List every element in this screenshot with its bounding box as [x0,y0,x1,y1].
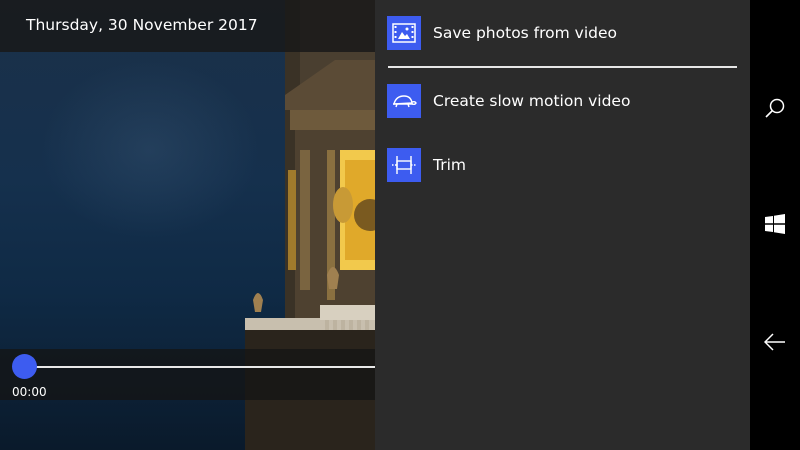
video-options-menu: Save photos from video Create slow motio… [375,0,750,450]
trim-icon [387,148,421,182]
turtle-icon [387,84,421,118]
menu-item-save-photos[interactable]: Save photos from video [387,16,617,50]
sky-glow [40,60,260,240]
film-photos-icon [387,16,421,50]
back-icon [764,333,785,351]
scrubber-track[interactable] [24,366,375,368]
menu-item-label: Create slow motion video [433,92,631,110]
video-preview[interactable]: Thursday, 30 November 2017 00:00 [0,0,375,450]
menu-separator [388,66,737,68]
scrubber-panel [0,349,375,400]
start-button[interactable] [750,204,800,244]
current-time: 00:00 [12,385,47,399]
scrubber-thumb[interactable] [12,354,37,379]
search-button[interactable] [750,88,800,128]
menu-item-trim[interactable]: Trim [387,148,466,182]
video-date: Thursday, 30 November 2017 [26,16,258,34]
menu-item-label: Save photos from video [433,24,618,42]
date-header: Thursday, 30 November 2017 [0,0,375,52]
navigation-bar [750,0,800,450]
menu-item-slow-motion[interactable]: Create slow motion video [387,84,630,118]
search-icon [765,98,785,118]
menu-item-label: Trim [433,156,466,174]
windows-icon [765,214,785,234]
back-button[interactable] [750,322,800,362]
